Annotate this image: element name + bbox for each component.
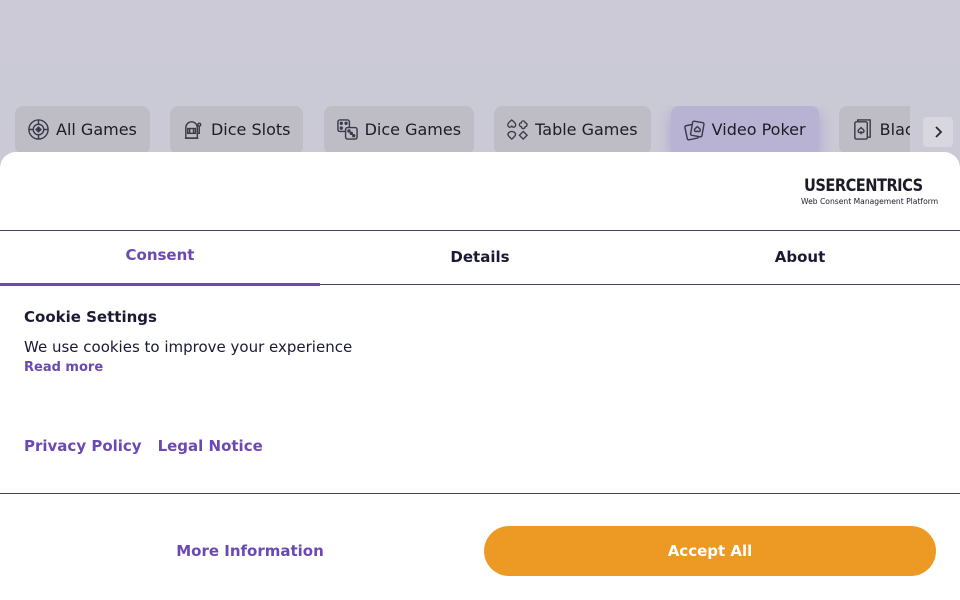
category-label: Table Games bbox=[535, 119, 638, 139]
logo-tagline: Web Consent Management Platform bbox=[801, 197, 939, 206]
footer-divider bbox=[0, 493, 960, 494]
category-label: Dice Games bbox=[364, 119, 462, 139]
chip-icon bbox=[28, 118, 49, 140]
poker-cards-icon bbox=[683, 119, 705, 141]
category-all-games[interactable]: All Games bbox=[15, 106, 150, 154]
category-label: Video Poker bbox=[711, 119, 806, 139]
category-dice-slots[interactable]: Dice Slots bbox=[169, 106, 304, 154]
category-video-poker[interactable]: Video Poker bbox=[670, 106, 819, 154]
more-information-button[interactable]: More Information bbox=[24, 526, 476, 576]
consent-content: Cookie Settings We use cookies to improv… bbox=[24, 308, 924, 375]
legal-links: Privacy Policy Legal Notice bbox=[24, 437, 263, 455]
legal-notice-link[interactable]: Legal Notice bbox=[158, 437, 263, 455]
chevron-right-icon bbox=[935, 126, 943, 138]
game-category-bar: All Games Dice Slots Dice Games Table Ga… bbox=[15, 106, 910, 154]
card-suits-icon bbox=[507, 118, 529, 140]
category-dice-games[interactable]: Dice Games bbox=[323, 106, 475, 154]
slot-machine-icon bbox=[184, 120, 202, 139]
cookie-consent-banner: USERCENTRICS Web Consent Management Plat… bbox=[0, 152, 960, 600]
category-table-games[interactable]: Table Games bbox=[494, 106, 651, 154]
consent-tabs: Consent Details About bbox=[0, 230, 960, 286]
usercentrics-logo: USERCENTRICS Web Consent Management Plat… bbox=[801, 176, 939, 208]
category-label: Blackjack bbox=[879, 119, 910, 139]
logo-name: USERCENTRICS bbox=[804, 176, 923, 196]
category-blackjack[interactable]: Blackjack bbox=[838, 106, 910, 154]
cookie-settings-title: Cookie Settings bbox=[24, 308, 157, 326]
tab-consent[interactable]: Consent bbox=[0, 231, 320, 286]
category-scroll-right-button[interactable] bbox=[923, 117, 953, 147]
read-more-link[interactable]: Read more bbox=[24, 360, 103, 375]
privacy-policy-link[interactable]: Privacy Policy bbox=[24, 437, 142, 455]
blackjack-card-icon bbox=[853, 118, 871, 140]
dice-icon bbox=[336, 118, 358, 140]
accept-all-button[interactable]: Accept All bbox=[484, 526, 936, 576]
category-label: Dice Slots bbox=[210, 119, 291, 139]
category-label: All Games bbox=[56, 119, 137, 139]
cookie-description: We use cookies to improve your experienc… bbox=[24, 338, 353, 356]
tab-details[interactable]: Details bbox=[320, 231, 640, 285]
tab-about[interactable]: About bbox=[640, 231, 960, 285]
